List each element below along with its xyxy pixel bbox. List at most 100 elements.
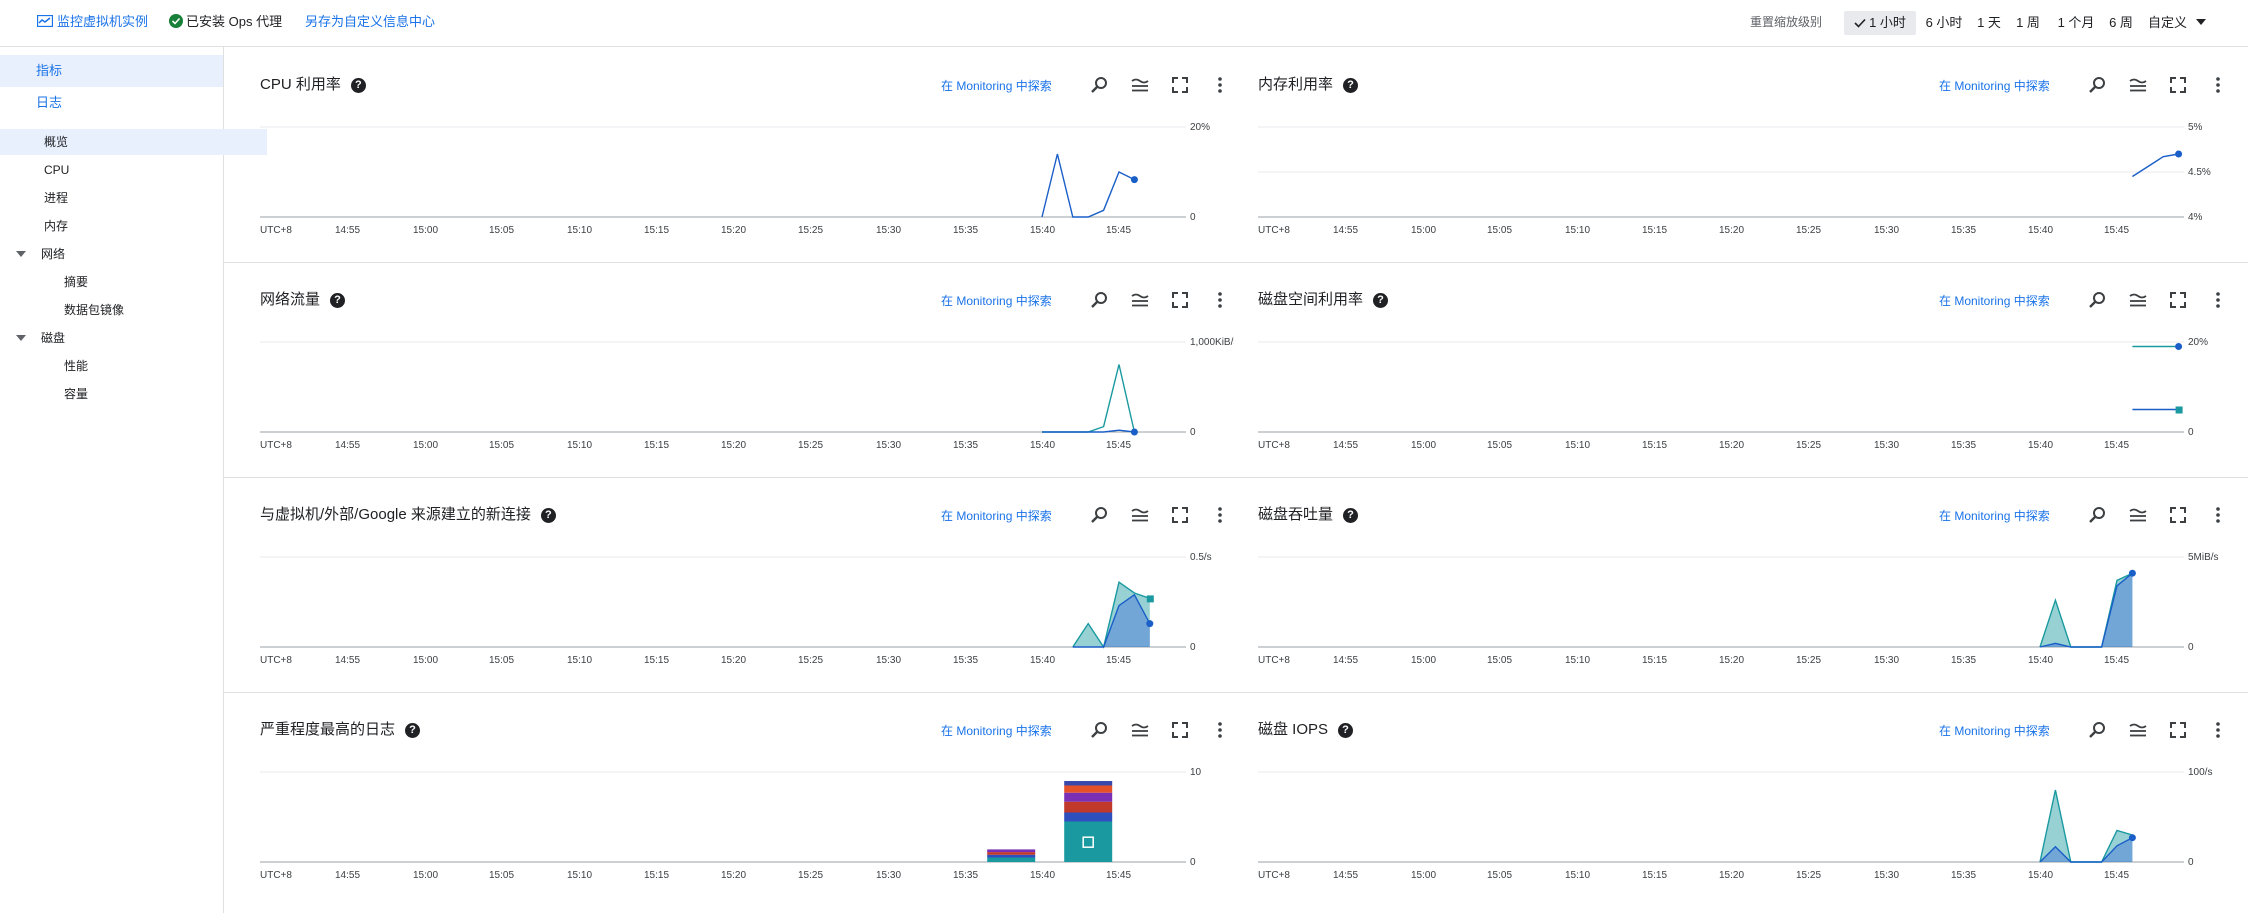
explore-zoom-button[interactable]: [1090, 75, 1110, 95]
monitor-vm-link[interactable]: 监控虚拟机实例: [36, 14, 148, 30]
x-tick-label: UTC+8: [260, 870, 292, 881]
more-options-button[interactable]: [1210, 505, 1230, 525]
explore-zoom-button[interactable]: [1090, 505, 1110, 525]
series-end-marker: [1146, 620, 1154, 628]
more-options-button[interactable]: [2208, 720, 2228, 740]
legend-button[interactable]: [2128, 290, 2148, 310]
x-tick-label: 15:15: [1642, 440, 1667, 451]
chart-title-text: 与虚拟机/外部/Google 来源建立的新连接: [260, 506, 531, 523]
more-vert-icon: [2216, 507, 2220, 523]
range-6w-button[interactable]: 6 周: [2106, 11, 2136, 35]
range-1m-button[interactable]: 1 个月: [2054, 11, 2098, 35]
fullscreen-button[interactable]: [2168, 505, 2188, 525]
series-end-marker: [1130, 176, 1138, 184]
more-options-button[interactable]: [2208, 505, 2228, 525]
explore-in-monitoring-link[interactable]: 在 Monitoring 中探索: [941, 722, 1052, 739]
range-1d-button[interactable]: 1 天: [1974, 11, 2004, 35]
range-6h-button[interactable]: 6 小时: [1924, 11, 1964, 35]
chart: 0.5/s 0 UTC+8 14:55 15:00 15:05 15:10 15:15 15:2…: [260, 552, 1212, 666]
x-tick-label: 15:05: [489, 440, 514, 451]
explore-zoom-button[interactable]: [1090, 290, 1110, 310]
explore-zoom-button[interactable]: [1090, 720, 1110, 740]
more-options-button[interactable]: [2208, 75, 2228, 95]
help-icon[interactable]: ?: [330, 292, 346, 308]
nav-disk[interactable]: 磁盘: [0, 325, 239, 351]
explore-zoom-button[interactable]: [2088, 505, 2108, 525]
x-tick-label: 15:30: [1874, 655, 1899, 666]
monitoring-icon: [36, 14, 54, 28]
explore-in-monitoring-link[interactable]: 在 Monitoring 中探索: [1939, 507, 2050, 524]
help-icon[interactable]: ?: [540, 507, 556, 523]
chart-panel: CPU 利用率? 在 Monitoring 中探索 20% 0 UTC+8 14:55 15…: [234, 47, 1234, 262]
nav-memory[interactable]: 内存: [0, 213, 267, 239]
explore-in-monitoring-link[interactable]: 在 Monitoring 中探索: [941, 77, 1052, 94]
explore-in-monitoring-link[interactable]: 在 Monitoring 中探索: [941, 507, 1052, 524]
range-custom-label: 自定义: [2148, 15, 2188, 30]
x-tick-label: 15:40: [1030, 440, 1055, 451]
chart-panel: 磁盘 IOPS? 在 Monitoring 中探索 100/s 0 UTC+8 14:55…: [1232, 692, 2232, 907]
help-icon[interactable]: ?: [405, 722, 421, 738]
x-tick-label: 15:30: [876, 870, 901, 881]
x-tick-label: 15:10: [567, 655, 592, 666]
explore-in-monitoring-link[interactable]: 在 Monitoring 中探索: [941, 292, 1052, 309]
search-zoom-icon: [2089, 722, 2105, 738]
x-tick-label: 15:10: [1565, 655, 1590, 666]
legend-button[interactable]: [2128, 505, 2148, 525]
range-1h-button[interactable]: 1 小时: [1844, 11, 1916, 35]
legend-button[interactable]: [2128, 75, 2148, 95]
x-tick-label: 15:45: [1106, 440, 1131, 451]
more-options-button[interactable]: [1210, 75, 1230, 95]
explore-zoom-button[interactable]: [2088, 290, 2108, 310]
legend-button[interactable]: [1130, 505, 1150, 525]
more-vert-icon: [1218, 722, 1222, 738]
nav-cpu[interactable]: CPU: [0, 157, 267, 183]
x-tick-label: 15:35: [1951, 225, 1976, 236]
x-tick-label: 15:00: [413, 440, 438, 451]
explore-in-monitoring-link[interactable]: 在 Monitoring 中探索: [1939, 292, 2050, 309]
fullscreen-button[interactable]: [1170, 75, 1190, 95]
help-icon[interactable]: ?: [1343, 77, 1359, 93]
nav-logs[interactable]: 日志: [0, 87, 223, 119]
nav-overview[interactable]: 概览: [0, 129, 267, 155]
fullscreen-button[interactable]: [1170, 290, 1190, 310]
more-options-button[interactable]: [2208, 290, 2228, 310]
help-icon[interactable]: ?: [1373, 292, 1389, 308]
save-dashboard-link[interactable]: 另存为自定义信息中心: [305, 14, 435, 30]
fullscreen-button[interactable]: [2168, 720, 2188, 740]
explore-zoom-button[interactable]: [2088, 720, 2108, 740]
nav-metrics[interactable]: 指标: [0, 55, 223, 87]
legend-button[interactable]: [1130, 75, 1150, 95]
explore-in-monitoring-link[interactable]: 在 Monitoring 中探索: [1939, 722, 2050, 739]
legend-button[interactable]: [1130, 290, 1150, 310]
x-tick-label: 15:45: [2104, 225, 2129, 236]
help-icon[interactable]: ?: [1338, 722, 1354, 738]
explore-zoom-button[interactable]: [2088, 75, 2108, 95]
x-tick-label: 15:45: [2104, 655, 2129, 666]
fullscreen-button[interactable]: [2168, 75, 2188, 95]
help-icon[interactable]: ?: [1343, 507, 1359, 523]
legend-button[interactable]: [2128, 720, 2148, 740]
check-circle-icon: [169, 14, 183, 28]
legend-lines-icon: [2129, 78, 2147, 92]
chart-title: CPU 利用率?: [260, 76, 366, 94]
checkmark-icon: [1854, 18, 1866, 28]
x-tick-label: 15:05: [489, 655, 514, 666]
nav-processes[interactable]: 进程: [0, 185, 267, 211]
fullscreen-button[interactable]: [1170, 720, 1190, 740]
more-options-button[interactable]: [1210, 720, 1230, 740]
nav-network[interactable]: 网络: [0, 241, 239, 267]
range-custom-dropdown[interactable]: 自定义: [2148, 11, 2216, 35]
ops-agent-status: 已安装 Ops 代理: [169, 14, 282, 30]
chart-title: 磁盘吞吐量?: [1258, 506, 1359, 524]
more-options-button[interactable]: [1210, 290, 1230, 310]
fullscreen-button[interactable]: [1170, 505, 1190, 525]
explore-in-monitoring-link[interactable]: 在 Monitoring 中探索: [1939, 77, 2050, 94]
fullscreen-icon: [2170, 292, 2186, 308]
range-1w-button[interactable]: 1 周: [2013, 11, 2043, 35]
chart-panel: 网络流量? 在 Monitoring 中探索 1,000KiB/s 0 UTC+8 14:…: [234, 262, 1234, 477]
fullscreen-button[interactable]: [2168, 290, 2188, 310]
reset-zoom-button[interactable]: 重置缩放级别: [1750, 14, 1822, 30]
legend-button[interactable]: [1130, 720, 1150, 740]
help-icon[interactable]: ?: [350, 77, 366, 93]
x-tick-label: 15:20: [1719, 225, 1744, 236]
